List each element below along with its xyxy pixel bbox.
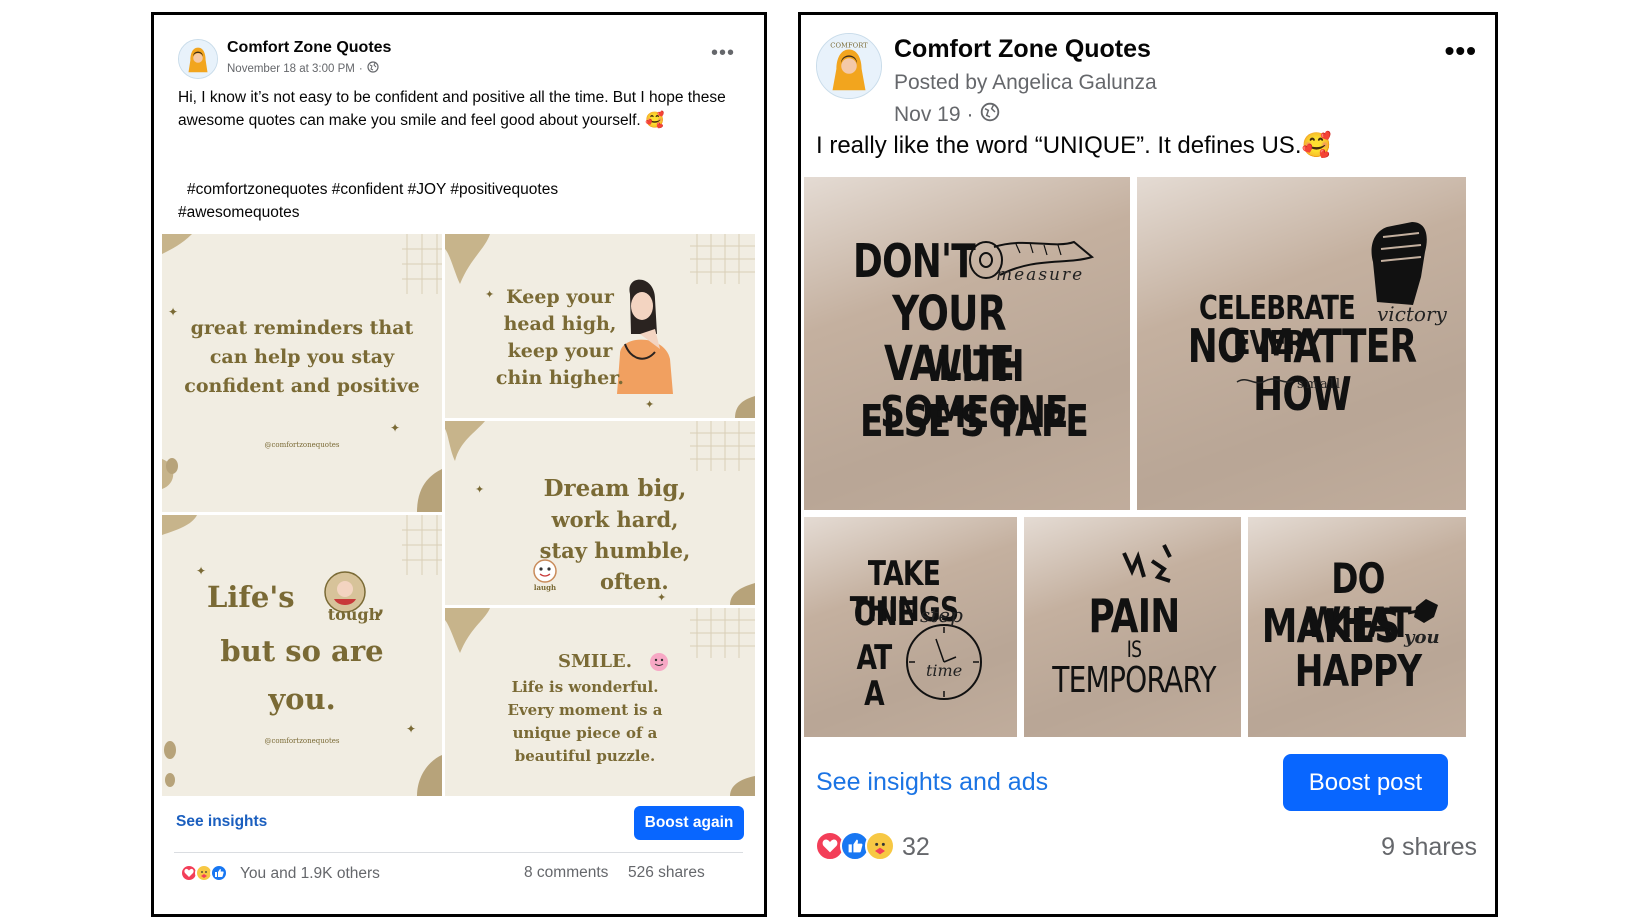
quote-line-2: IS: [1126, 638, 1142, 663]
page-name[interactable]: Comfort Zone Quotes: [894, 35, 1151, 64]
post-date[interactable]: Nov 19: [894, 103, 961, 127]
post-caption: Hi, I know it’s not easy to be confident…: [178, 89, 726, 129]
more-options-icon[interactable]: •••: [711, 42, 735, 65]
quote-image-celebrate-victory[interactable]: CELEBRATE EVERY victory NO MATTER HOW sm…: [1137, 177, 1466, 510]
quote-handle: @comfortzonequotes: [264, 441, 340, 449]
meta-separator: ·: [358, 62, 363, 75]
quote-line-4: often.: [600, 569, 669, 594]
post-hashtags: #comfortzonequotes #confident #JOY #posi…: [178, 178, 733, 224]
post-timestamp[interactable]: November 18 at 3:00 PM: [227, 63, 355, 75]
quote-image-lifes-tough[interactable]: ✦ ✦ Life's tough , but so are you. @comf…: [162, 515, 442, 796]
quote-line-3: HAPPY: [1294, 646, 1422, 697]
boost-post-button[interactable]: Boost post: [1283, 754, 1448, 811]
svg-text:✦: ✦: [645, 399, 654, 411]
post-card: Comfort Zone Quotes November 18 at 3:00 …: [162, 24, 755, 914]
comments-count[interactable]: 8 comments: [524, 864, 608, 882]
quote-script-small: small: [1297, 377, 1343, 392]
posted-by[interactable]: Posted by Angelica Galunza: [894, 71, 1157, 95]
quote-image-do-what-makes-you-happy[interactable]: DO WHAT MAKES you HAPPY: [1248, 517, 1466, 737]
svg-text:✦: ✦: [406, 722, 416, 736]
globe-icon: [980, 102, 1000, 128]
svg-text:✦: ✦: [475, 484, 484, 496]
left-post-screenshot: Comfort Zone Quotes November 18 at 3:00 …: [151, 12, 767, 917]
quote-line-2: work hard,: [551, 507, 679, 532]
care-reaction-icon: [865, 831, 895, 861]
quote-line-1: DON'T: [853, 234, 976, 288]
quote-image-keep-head-high[interactable]: ✦ ✦ Keep your head high, keep your chin …: [445, 234, 755, 418]
comma: ,: [377, 593, 385, 619]
page-avatar[interactable]: COMFORT: [816, 33, 882, 99]
quote-line-2: ONE: [853, 594, 915, 634]
see-insights-and-ads-link[interactable]: See insights and ads: [816, 768, 1048, 797]
quote-line-2: MAKES: [1261, 599, 1401, 653]
quote-body: Life is wonderful. Every moment is a uni…: [507, 678, 663, 765]
post-actions-bar: See insights Boost again: [162, 796, 755, 851]
boost-again-button[interactable]: Boost again: [634, 806, 744, 840]
post-caption: I really like the word “UNIQUE”. It defi…: [816, 132, 1332, 159]
quote-text: great reminders that can help you stay c…: [184, 317, 420, 397]
right-post-screenshot: COMFORT Comfort Zone Quotes Posted by An…: [798, 12, 1498, 917]
quote-line-1: Dream big,: [543, 475, 687, 502]
globe-icon: [367, 61, 379, 76]
post-image-grid[interactable]: DON'T measure YOUR VALUE WITH SOMEONE EL…: [804, 177, 1466, 737]
hashtags-line-2[interactable]: #awesomequotes: [178, 201, 733, 224]
quote-title: SMILE.: [558, 651, 632, 672]
quote-line-3: TEMPORARY: [1052, 660, 1216, 701]
quote-image-one-step-at-a-time[interactable]: TAKE THINGS ONE step AT A time: [804, 517, 1017, 737]
quote-script-measure: measure: [996, 265, 1085, 285]
quote-line-4: ELSE'S TAPE: [860, 396, 1089, 447]
quote-script-you: you: [1404, 627, 1440, 648]
reaction-icons[interactable]: [815, 831, 895, 861]
quote-script-step: step: [920, 603, 963, 627]
see-insights-link[interactable]: See insights: [176, 813, 267, 831]
quote-text: Keep your head high, keep your chin high…: [495, 286, 625, 389]
quote-text-part-1: Life's: [207, 580, 295, 614]
quote-handle: @comfortzonequotes: [264, 737, 340, 745]
quote-line-1: PAIN: [1088, 589, 1180, 643]
more-options-icon[interactable]: •••: [1445, 35, 1477, 67]
quote-text-part-2: but so are you.: [220, 634, 384, 716]
reactions-summary[interactable]: You and 1.9K others: [240, 865, 380, 883]
page-avatar[interactable]: [178, 39, 218, 79]
quote-image-reminders[interactable]: ✦ ✦ great reminders that can help you st…: [162, 234, 442, 512]
quote-image-dream-big[interactable]: ✦ ✦ Dream big, work hard, stay humble, o…: [445, 421, 755, 605]
post-meta: Nov 19 ·: [894, 102, 1000, 128]
post-image-grid[interactable]: ✦ ✦ great reminders that can help you st…: [162, 234, 755, 796]
svg-text:COMFORT: COMFORT: [830, 42, 868, 50]
quote-script-time: time: [926, 661, 963, 680]
shares-count[interactable]: 526 shares: [628, 864, 705, 882]
quote-image-smile[interactable]: SMILE. Life is wonderful. Every moment i…: [445, 608, 755, 796]
svg-text:✦: ✦: [390, 421, 400, 435]
like-reaction-icon: [210, 864, 228, 882]
quote-image-pain-is-temporary[interactable]: PAIN IS TEMPORARY: [1024, 517, 1241, 737]
svg-text:✦: ✦: [168, 305, 178, 319]
quote-line-3: AT A: [856, 638, 892, 714]
shares-count[interactable]: 9 shares: [1381, 833, 1477, 862]
reactions-count[interactable]: 32: [902, 833, 930, 862]
quote-line-3: stay humble,: [539, 538, 691, 563]
page-name[interactable]: Comfort Zone Quotes: [227, 39, 391, 57]
reaction-icons[interactable]: [180, 864, 228, 882]
meta-separator: ·: [966, 103, 974, 126]
quote-image-dont-measure[interactable]: DON'T measure YOUR VALUE WITH SOMEONE EL…: [804, 177, 1130, 510]
hashtags-line-1[interactable]: #comfortzonequotes #confident #JOY #posi…: [178, 178, 733, 201]
sticker-word-laugh: laugh: [533, 583, 557, 592]
divider: [174, 852, 743, 853]
squiggle-arrow-icon: [1236, 378, 1294, 384]
svg-text:✦: ✦: [196, 564, 206, 578]
post-meta: November 18 at 3:00 PM ·: [227, 61, 379, 76]
